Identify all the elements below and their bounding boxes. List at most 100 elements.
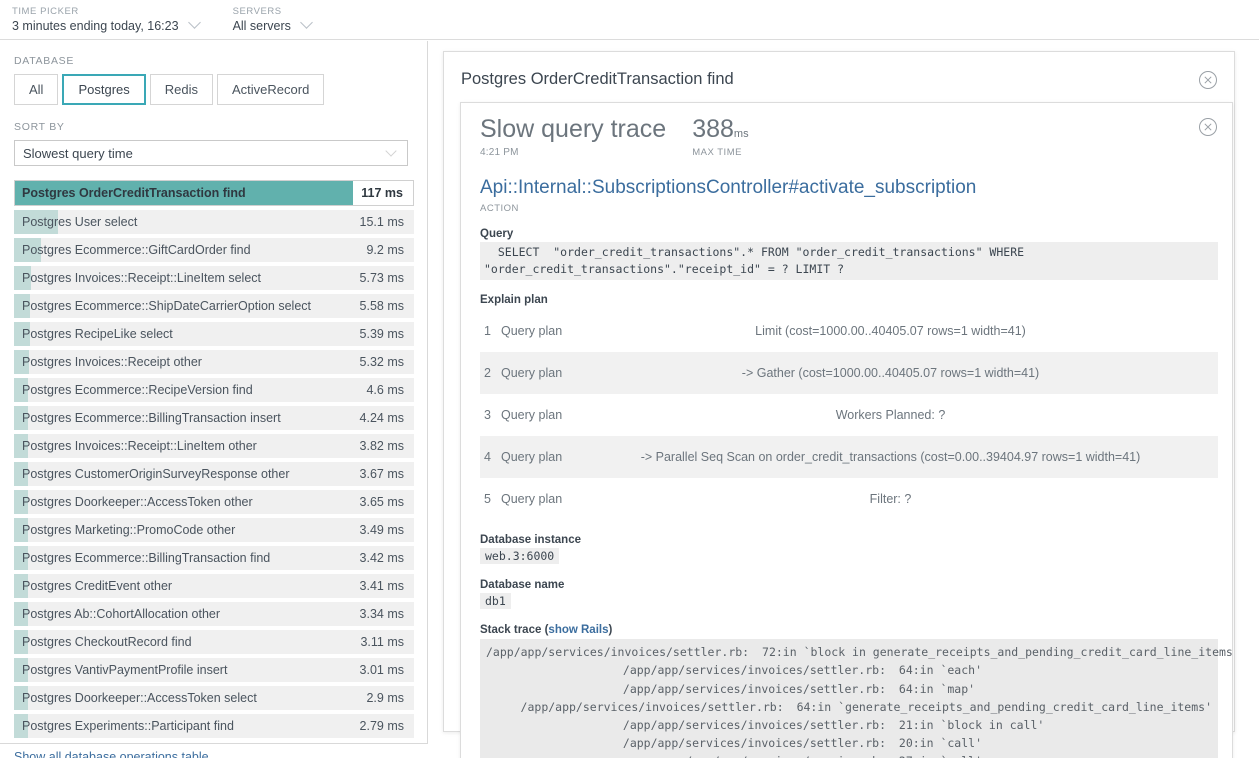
operation-duration-value: 3.42 ms — [359, 551, 404, 565]
explain-plan-row: 4 Query plan -> Parallel Seq Scan on order… — [480, 436, 1218, 479]
operation-row[interactable]: Postgres Doorkeeper::AccessToken other 3.… — [14, 490, 414, 514]
stack-trace-location: 64:in `generate_receipts_and_pending_cre… — [789, 699, 1212, 714]
sort-by-select-wrap: Slowest query time — [14, 140, 408, 166]
stack-trace-file: /app/app/services/service.rb: — [486, 752, 886, 758]
stack-trace-location: 72:in `block in generate_receipts_and_pe… — [755, 645, 1233, 660]
operation-row[interactable]: Postgres Marketing::PromoCode other 3.49 … — [14, 518, 414, 542]
sort-by-label: SORT BY — [14, 121, 65, 133]
operation-row[interactable]: Postgres Experiments::Participant find 2.… — [14, 714, 414, 738]
action-link[interactable]: Api::Internal::SubscriptionsController#a… — [480, 177, 1218, 199]
chevron-down-icon[interactable] — [189, 16, 203, 30]
stack-trace-block: /app/app/services/invoices/settler.rb: 7… — [480, 639, 1232, 758]
time-picker-text: TIME PICKER 3 minutes ending today, 16:2… — [12, 6, 179, 35]
db-instance-label: Database instance — [480, 534, 581, 547]
operation-row[interactable]: Postgres Ecommerce::BillingTransaction i… — [14, 406, 414, 430]
close-circle-icon[interactable] — [1198, 117, 1218, 137]
database-filter-postgres[interactable]: Postgres — [62, 74, 146, 105]
operation-row[interactable]: Postgres Ecommerce::ShipDateCarrierOptio… — [14, 294, 414, 318]
operation-duration-value: 4.6 ms — [366, 383, 404, 397]
plan-row-value: -> Parallel Seq Scan on order_credit_tra… — [640, 450, 1141, 465]
plan-row-index: 2 — [484, 366, 491, 381]
operation-duration-value: 117 ms — [361, 186, 403, 200]
servers-picker-text: SERVERS All servers — [233, 6, 291, 35]
operation-row-selected[interactable]: Postgres OrderCreditTransaction find 117 … — [14, 180, 414, 206]
operation-row[interactable]: Postgres Invoices::Receipt other 5.32 ms — [14, 350, 414, 374]
operation-duration-value: 9.2 ms — [366, 243, 404, 257]
operation-row[interactable]: Postgres Doorkeeper::AccessToken select 2… — [14, 686, 414, 710]
stack-trace-line: /app/app/services/invoices/settler.rb: 2… — [486, 734, 1212, 752]
show-all-operations-link[interactable]: Show all database operations table... — [14, 750, 219, 758]
stack-trace-line: /app/app/services/invoices/settler.rb: 2… — [486, 716, 1212, 734]
close-circle-icon[interactable] — [1198, 70, 1218, 90]
explain-plan-row: 3 Query plan Workers Planned: ? — [480, 394, 1218, 436]
plan-row-key: Query plan — [501, 408, 563, 423]
operation-name: Postgres Ecommerce::BillingTransaction i… — [22, 411, 281, 425]
stack-trace-location: 21:in `block in call' — [892, 717, 1045, 732]
max-time-metric: 388ms MAX TIME — [692, 117, 748, 159]
operation-row[interactable]: Postgres Ab::CohortAllocation other 3.34 … — [14, 602, 414, 626]
operation-duration-value: 3.34 ms — [359, 607, 404, 621]
sort-by-select[interactable]: Slowest query time — [14, 140, 408, 166]
max-time-label: MAX TIME — [692, 147, 742, 158]
plan-row-value: Limit (cost=1000.00..40405.07 rows=1 wid… — [755, 324, 1026, 339]
operation-row[interactable]: Postgres CreditEvent other 3.41 ms — [14, 574, 414, 598]
chevron-down-icon[interactable] — [387, 147, 399, 159]
db-instance-value: web.3:6000 — [480, 548, 560, 565]
operation-duration-value: 5.32 ms — [359, 355, 404, 369]
stack-trace-file: /app/app/services/invoices/settler.rb: — [622, 717, 886, 732]
plan-row-index: 4 — [484, 450, 491, 465]
database-filter-label: DATABASE — [14, 55, 75, 67]
plan-row-value: Filter: ? — [869, 492, 912, 507]
operation-name: Postgres Invoices::Receipt::LineItem oth… — [22, 439, 257, 453]
query-label: Query — [480, 227, 514, 240]
trace-header: Slow query trace 4:21 PM 388ms MAX TIME — [480, 117, 1218, 158]
stack-trace-line: /app/app/services/invoices/settler.rb: 6… — [486, 698, 1212, 716]
operation-duration-value: 3.65 ms — [359, 495, 404, 509]
show-rails-link[interactable]: show Rails — [548, 624, 608, 636]
database-filter-redis[interactable]: Redis — [149, 74, 214, 105]
operation-row[interactable]: Postgres CustomerOriginSurveyResponse ot… — [14, 462, 414, 486]
operation-row[interactable]: Postgres RecipeLike select 5.39 ms — [14, 322, 414, 346]
operation-row[interactable]: Postgres Ecommerce::RecipeVersion find 4.… — [14, 378, 414, 402]
operation-name: Postgres Doorkeeper::AccessToken other — [22, 495, 253, 509]
plan-row-key: Query plan — [501, 324, 563, 339]
stack-trace-file: /app/app/services/invoices/settler.rb: — [622, 663, 886, 678]
trace-heading: Slow query trace — [480, 115, 667, 143]
trace-content: Slow query trace 4:21 PM 388ms MAX TIME — [461, 103, 1232, 758]
chevron-down-icon[interactable] — [301, 16, 315, 30]
action-label: ACTION — [480, 202, 519, 214]
explain-plan-row: 1 Query plan Limit (cost=1000.00..40405.07… — [480, 310, 1218, 352]
explain-plan-row: 2 Query plan -> Gather (cost=1000.00..4040… — [480, 352, 1218, 395]
operation-name: Postgres Ecommerce::BillingTransaction f… — [22, 551, 271, 565]
operation-duration-value: 3.41 ms — [359, 579, 404, 593]
operation-row[interactable]: Postgres Ecommerce::GiftCardOrder find 9.… — [14, 238, 414, 262]
servers-picker[interactable]: SERVERS All servers — [233, 6, 315, 35]
plan-row-value: Workers Planned: ? — [835, 408, 946, 423]
operation-row[interactable]: Postgres Invoices::Receipt::LineItem oth… — [14, 434, 414, 458]
stack-trace-file: /app/app/services/invoices/settler.rb: — [520, 699, 784, 714]
explain-plan-table: 1 Query plan Limit (cost=1000.00..40405.07… — [480, 310, 1218, 520]
database-filter-all[interactable]: All — [14, 74, 59, 105]
operation-row[interactable]: Postgres Invoices::Receipt::LineItem sel… — [14, 266, 414, 290]
time-picker[interactable]: TIME PICKER 3 minutes ending today, 16:2… — [12, 6, 203, 35]
stack-trace-label: Stack trace (show Rails) — [480, 624, 1218, 636]
operation-row[interactable]: Postgres CheckoutRecord find 3.11 ms — [14, 630, 414, 654]
operation-name: Postgres OrderCreditTransaction find — [22, 186, 246, 200]
operation-duration-value: 3.01 ms — [359, 663, 404, 677]
operation-duration-value: 3.49 ms — [359, 523, 404, 537]
stack-trace-file: /app/app/services/invoices/settler.rb: — [622, 681, 886, 696]
database-filter-group: All Postgres Redis ActiveRecord — [14, 74, 413, 105]
operation-duration-value: 4.24 ms — [359, 411, 404, 425]
operation-row[interactable]: Postgres Ecommerce::BillingTransaction f… — [14, 546, 414, 570]
operation-row[interactable]: Postgres User select 15.1 ms — [14, 210, 414, 234]
operation-name: Postgres Marketing::PromoCode other — [22, 523, 236, 537]
stack-trace-location: 20:in `call' — [892, 736, 983, 751]
servers-picker-label: SERVERS — [232, 6, 282, 17]
operation-name: Postgres RecipeLike select — [22, 327, 173, 341]
top-toolbar: TIME PICKER 3 minutes ending today, 16:2… — [0, 0, 1259, 40]
stack-trace-title: Stack trace — [480, 624, 542, 637]
operation-row[interactable]: Postgres VantivPaymentProfile insert 3.01… — [14, 658, 414, 682]
database-filter-activerecord[interactable]: ActiveRecord — [217, 74, 325, 105]
operation-duration-value: 15.1 ms — [359, 215, 404, 229]
max-time-value-row: 388ms — [692, 117, 748, 142]
